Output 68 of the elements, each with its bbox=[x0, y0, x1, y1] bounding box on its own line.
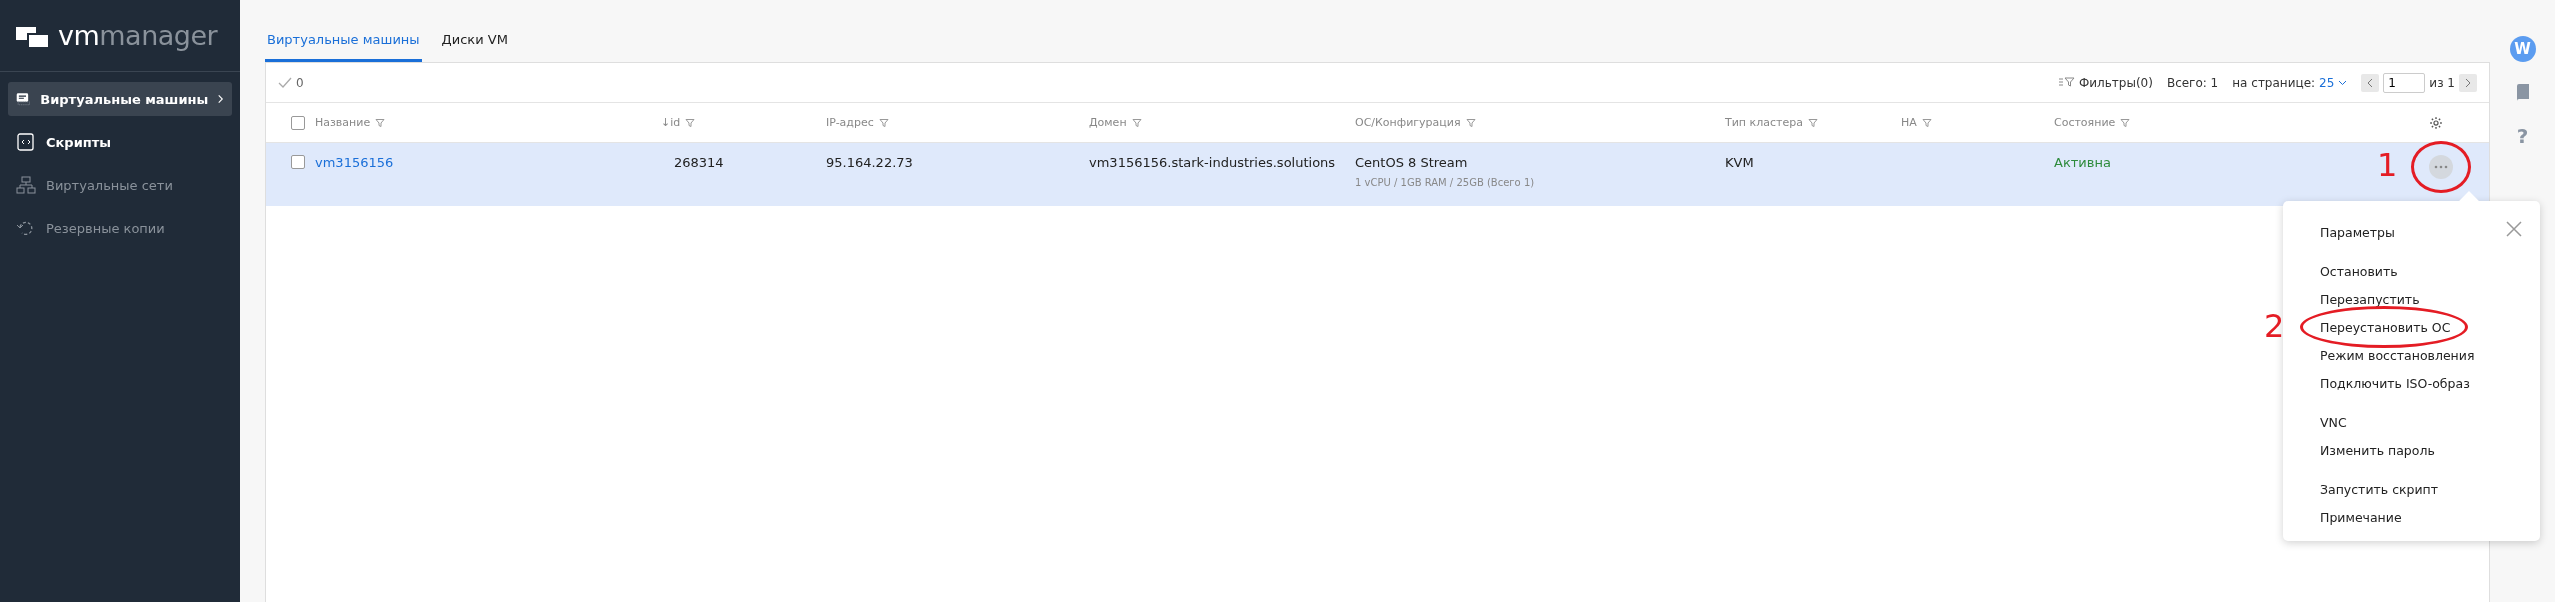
chevron-down-icon[interactable] bbox=[2338, 79, 2348, 86]
sidebar-item[interactable]: Виртуальные машины bbox=[8, 82, 232, 116]
menu-item[interactable]: Перезапустить bbox=[2320, 290, 2420, 309]
settings-icon[interactable] bbox=[2429, 115, 2443, 130]
column-header[interactable]: Домен bbox=[1089, 116, 1127, 129]
annotation-number: 1 bbox=[2377, 149, 2398, 181]
table-cell-text: 268314 bbox=[673, 155, 724, 170]
filter-icon[interactable] bbox=[375, 117, 386, 128]
per-page-select[interactable]: 25 bbox=[2319, 75, 2335, 90]
total-count: Всего: 1 bbox=[2166, 75, 2219, 90]
select-all-checkbox[interactable] bbox=[291, 115, 305, 130]
server-icon bbox=[16, 90, 31, 108]
menu-item[interactable]: Подключить ISO-образ bbox=[2320, 374, 2470, 393]
filter-icon[interactable] bbox=[1807, 117, 1818, 128]
column-header[interactable]: Тип кластера bbox=[1725, 116, 1803, 129]
menu-item[interactable]: Переустановить ОС bbox=[2320, 318, 2451, 337]
filter-icon[interactable] bbox=[878, 117, 889, 128]
vm-name-link[interactable]: vm3156156 bbox=[315, 155, 394, 170]
table-cell: KVM bbox=[1725, 155, 1754, 170]
network-icon bbox=[16, 176, 36, 194]
column-header[interactable]: ↓id bbox=[661, 116, 681, 129]
table-cell: vm3156156.stark-industries.solutions bbox=[1089, 155, 1336, 170]
logo-text: vmmanager bbox=[58, 20, 218, 51]
column-header[interactable]: IP-адрес bbox=[826, 116, 874, 129]
previous-page-button[interactable] bbox=[2361, 73, 2380, 92]
selected-count: 0 bbox=[296, 75, 304, 90]
filter-icon[interactable] bbox=[1131, 117, 1142, 128]
more-button[interactable] bbox=[2429, 155, 2453, 179]
dots-icon bbox=[2434, 165, 2448, 169]
config-text: 1 vCPU / 1GB RAM / 25GB (Всего 1) bbox=[1355, 177, 1535, 188]
per-page-label: на странице: bbox=[2232, 75, 2316, 90]
table-row[interactable]: vm3156156 268314 95.164.22.73 vm3156156.stark-industries.solutions CentOS 8 Stream 1 vCPU / 1GB RAM / 25GB (Всего 1) KVM Активна 1 bbox=[266, 143, 2489, 206]
page-count: из 1 bbox=[2429, 75, 2455, 90]
next-page-button[interactable] bbox=[2459, 73, 2477, 92]
status-text: Активна bbox=[2054, 155, 2111, 170]
annotation-ellipse bbox=[2411, 141, 2471, 193]
chevron-right-icon bbox=[2465, 77, 2471, 88]
close-button[interactable] bbox=[2506, 221, 2522, 237]
tab[interactable]: Диски VM bbox=[439, 22, 510, 62]
menu-item[interactable]: Изменить пароль bbox=[2320, 441, 2435, 460]
menu-item[interactable]: Примечание bbox=[2320, 508, 2402, 527]
filter-icon[interactable] bbox=[1465, 117, 1476, 128]
script-icon bbox=[16, 133, 36, 151]
menu-item[interactable]: Параметры bbox=[2320, 223, 2395, 242]
row-checkbox[interactable] bbox=[291, 155, 305, 169]
menu-item[interactable]: Запустить скрипт bbox=[2320, 480, 2439, 499]
column-header[interactable]: HA bbox=[1901, 116, 1917, 129]
chevron-right-icon bbox=[218, 93, 224, 105]
menu-item[interactable]: VNC bbox=[2320, 413, 2347, 432]
check-icon[interactable] bbox=[278, 76, 292, 89]
filter-icon[interactable] bbox=[2058, 77, 2075, 88]
chevron-left-icon bbox=[2367, 77, 2374, 88]
column-header[interactable]: ОС/Конфигурация bbox=[1355, 116, 1461, 129]
menu-item[interactable]: Режим восстановления bbox=[2320, 346, 2475, 365]
sidebar-item[interactable]: Скрипты bbox=[8, 125, 232, 159]
book-icon[interactable] bbox=[2515, 84, 2530, 102]
annotation-number: 2 bbox=[2264, 310, 2285, 342]
filters-link[interactable]: Фильтры(0) bbox=[2078, 75, 2153, 90]
filter-icon[interactable] bbox=[685, 117, 696, 128]
filter-icon[interactable] bbox=[2120, 117, 2131, 128]
filter-icon[interactable] bbox=[1921, 117, 1932, 128]
column-header[interactable]: Название bbox=[315, 116, 371, 129]
table-cell: 95.164.22.73 bbox=[826, 155, 913, 170]
table-cell: CentOS 8 Stream bbox=[1355, 155, 1468, 170]
close-icon bbox=[2506, 221, 2522, 237]
page-input[interactable]: 1 bbox=[2383, 72, 2426, 93]
menu-item[interactable]: Остановить bbox=[2320, 262, 2398, 281]
column-header[interactable]: Состояние bbox=[2054, 116, 2116, 129]
